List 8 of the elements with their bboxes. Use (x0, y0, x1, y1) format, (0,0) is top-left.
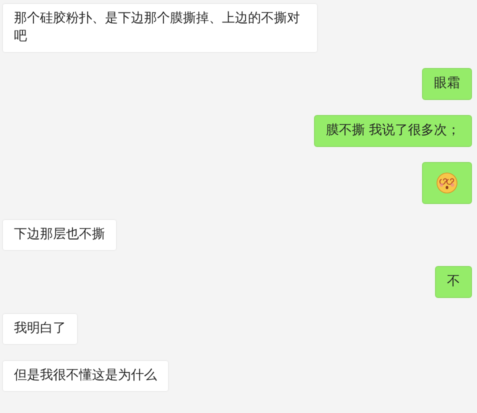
message-bubble: 我明白了 (2, 313, 78, 345)
message-bubble: 不 (435, 266, 472, 298)
message-bubble: 眼霜 (422, 68, 472, 100)
dizzy-face-icon (436, 172, 458, 194)
message-bubble: 那个硅胶粉扑、是下边那个膜撕掉、上边的不撕对吧 (2, 3, 318, 53)
message-bubble: 但是我很不懂这是为什么 (2, 360, 169, 392)
message-bubble: 膜不撕 我说了很多次； (314, 115, 472, 147)
message-bubble: 下边那层也不撕 (2, 219, 117, 251)
